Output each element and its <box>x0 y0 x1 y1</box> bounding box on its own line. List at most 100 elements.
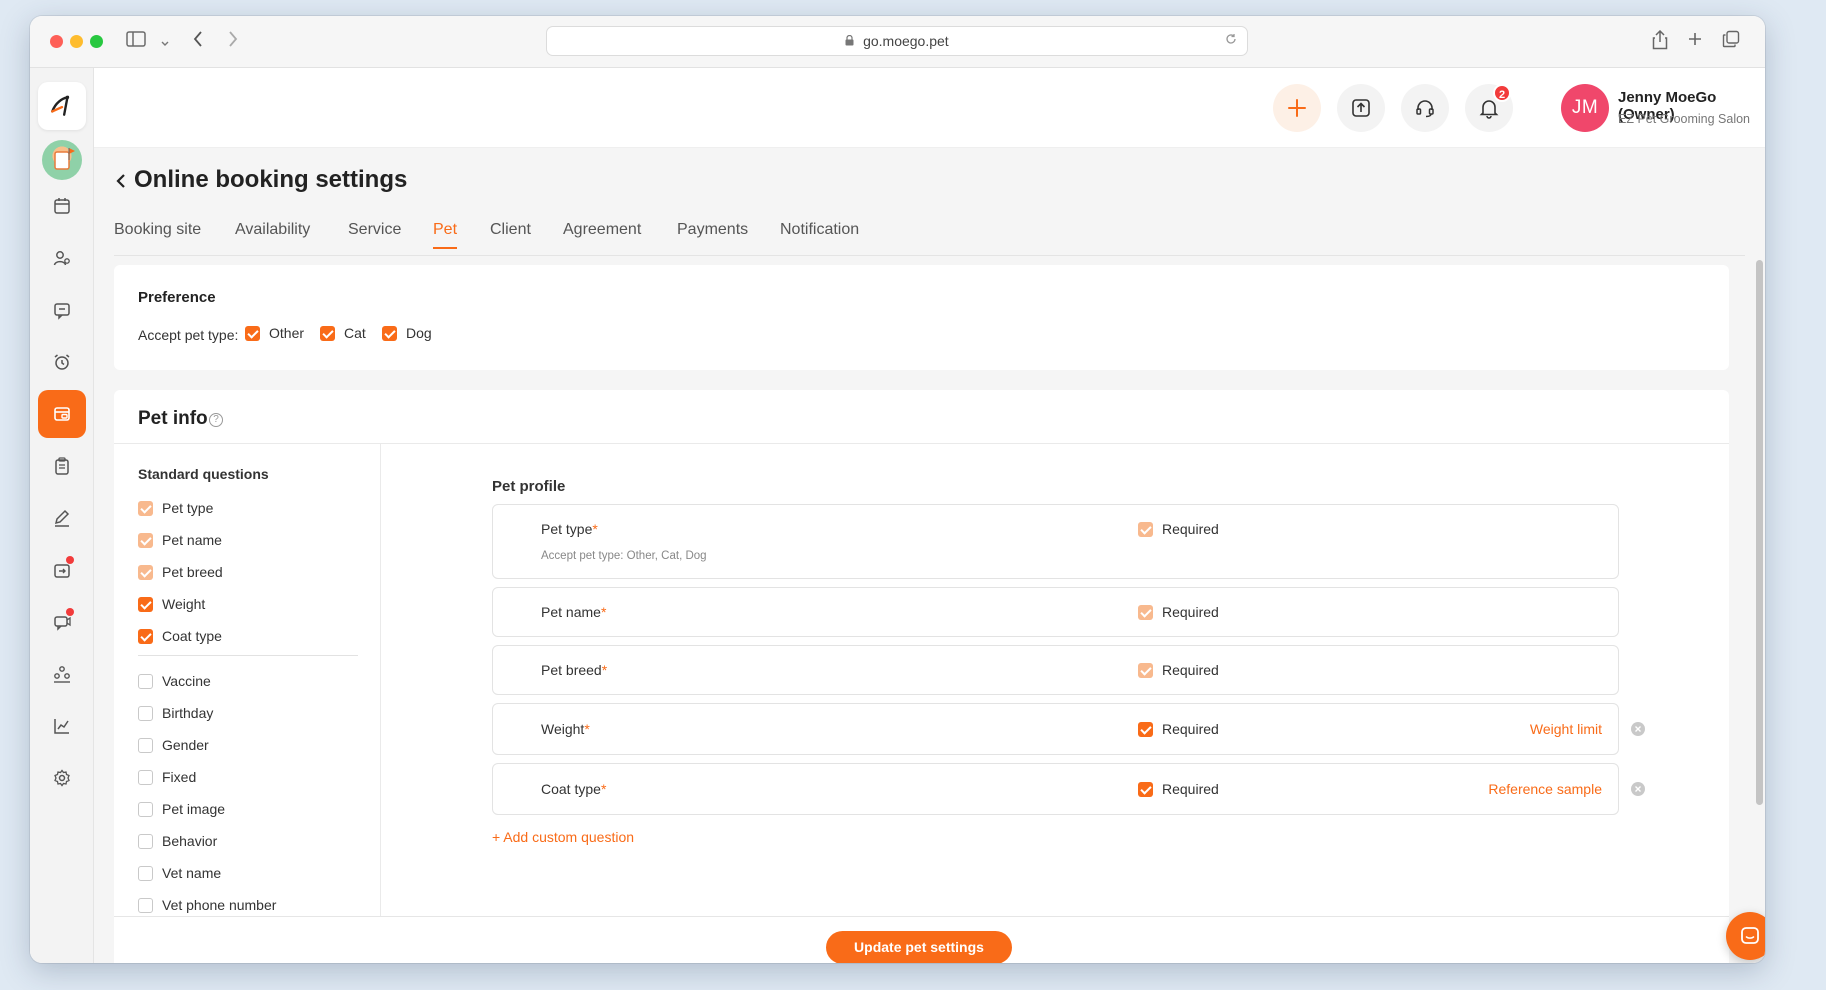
question-vet-name[interactable]: Vet name <box>138 865 221 881</box>
pet-info-card: Pet info ? Standard questions Pet type P… <box>114 390 1729 963</box>
notifications-button[interactable]: 2 <box>1465 84 1513 132</box>
app-sidebar <box>30 68 94 963</box>
tab-availability[interactable]: Availability <box>235 221 310 247</box>
edit-pen-icon[interactable] <box>38 494 86 542</box>
sidebar-toggle-icon[interactable] <box>126 30 146 53</box>
checkbox-checked-icon <box>1138 781 1153 797</box>
tab-service[interactable]: Service <box>348 221 401 247</box>
upload-button[interactable] <box>1337 84 1385 132</box>
required-checkbox[interactable]: Required <box>1138 604 1219 620</box>
preference-card: Preference Accept pet type: Other Cat Do… <box>114 265 1729 370</box>
user-avatar[interactable]: JM <box>1561 84 1609 132</box>
checkbox-unchecked-icon <box>138 769 153 785</box>
required-checkbox[interactable]: Required <box>1138 721 1219 737</box>
clipboard-icon[interactable] <box>38 442 86 490</box>
tab-agreement[interactable]: Agreement <box>563 221 641 247</box>
new-tab-icon[interactable] <box>1687 30 1703 52</box>
minimize-window-button[interactable] <box>70 35 83 48</box>
question-birthday[interactable]: Birthday <box>138 705 213 721</box>
notification-dot <box>66 556 74 564</box>
settings-gear-icon[interactable] <box>38 754 86 802</box>
checkbox-unchecked-icon <box>138 673 153 689</box>
back-arrow-icon[interactable] <box>114 173 128 189</box>
share-icon[interactable] <box>1652 29 1668 55</box>
notification-count-badge: 2 <box>1493 84 1511 102</box>
close-window-button[interactable] <box>50 35 63 48</box>
question-fixed[interactable]: Fixed <box>138 769 196 785</box>
clients-icon[interactable] <box>38 234 86 282</box>
question-vet-phone-number[interactable]: Vet phone number <box>138 897 276 913</box>
recurring-icon[interactable] <box>38 546 86 594</box>
checkbox-checked-icon <box>1138 721 1153 737</box>
pet-type-dog-checkbox[interactable]: Dog <box>382 325 432 341</box>
required-checkbox[interactable]: Required <box>1138 781 1219 797</box>
alarm-clock-icon[interactable] <box>38 338 86 386</box>
standard-questions-panel: Standard questions Pet type Pet name Pet… <box>114 444 381 963</box>
browser-window: go.moego.pet 2 JM Jenny MoeGo (Owner) EZ… <box>30 16 1765 963</box>
update-pet-settings-button[interactable]: Update pet settings <box>826 931 1012 963</box>
add-custom-question-link[interactable]: + Add custom question <box>492 829 634 845</box>
remove-weight-icon[interactable] <box>1631 722 1645 736</box>
scrollbar-thumb[interactable] <box>1756 260 1763 805</box>
address-bar[interactable]: go.moego.pet <box>546 26 1248 56</box>
notification-dot <box>66 608 74 616</box>
question-gender[interactable]: Gender <box>138 737 209 753</box>
online-booking-icon[interactable] <box>38 390 86 438</box>
pet-info-title: Pet info <box>138 408 208 429</box>
messages-icon[interactable] <box>38 286 86 334</box>
tab-booking-site[interactable]: Booking site <box>114 221 201 247</box>
checkbox-checked-icon <box>138 596 153 612</box>
question-pet-image[interactable]: Pet image <box>138 801 225 817</box>
checkbox-checked-icon <box>320 325 335 341</box>
profile-row-coat-type: Coat type* Required Reference sample <box>492 763 1619 815</box>
checkbox-disabled-checked-icon <box>138 532 153 548</box>
marketing-megaphone-icon[interactable] <box>38 598 86 646</box>
tabs-overview-icon[interactable] <box>1722 30 1740 53</box>
question-pet-breed[interactable]: Pet breed <box>138 564 223 580</box>
question-behavior[interactable]: Behavior <box>138 833 217 849</box>
forward-nav-icon[interactable] <box>227 30 239 53</box>
chevron-down-icon[interactable] <box>160 32 170 54</box>
question-pet-name[interactable]: Pet name <box>138 532 222 548</box>
pet-type-cat-checkbox[interactable]: Cat <box>320 325 366 341</box>
footer-bar: Update pet settings <box>114 916 1729 963</box>
back-nav-icon[interactable] <box>192 30 204 53</box>
quick-add-button[interactable] <box>1273 84 1321 132</box>
checkbox-disabled-checked-icon <box>138 500 153 516</box>
standard-questions-title: Standard questions <box>138 466 269 482</box>
plus-icon <box>1288 99 1306 117</box>
zoom-window-button[interactable] <box>90 35 103 48</box>
business-avatar[interactable] <box>42 140 82 180</box>
question-pet-type[interactable]: Pet type <box>138 500 213 516</box>
checkbox-disabled-checked-icon <box>1138 662 1153 678</box>
tab-payments[interactable]: Payments <box>677 221 748 247</box>
tab-client[interactable]: Client <box>490 221 531 247</box>
pet-type-other-checkbox[interactable]: Other <box>245 325 304 341</box>
profile-row-weight: Weight* Required Weight limit <box>492 703 1619 755</box>
profile-row-pet-breed: Pet breed* Required <box>492 645 1619 695</box>
question-vaccine[interactable]: Vaccine <box>138 673 211 689</box>
divider <box>138 655 358 656</box>
weight-limit-link[interactable]: Weight limit <box>1530 721 1602 737</box>
headset-icon <box>1416 100 1434 118</box>
calendar-icon[interactable] <box>38 182 86 230</box>
reports-chart-icon[interactable] <box>38 702 86 750</box>
reference-sample-link[interactable]: Reference sample <box>1488 781 1602 797</box>
required-checkbox[interactable]: Required <box>1138 662 1219 678</box>
required-checkbox[interactable]: Required <box>1138 521 1219 537</box>
reload-icon[interactable] <box>1225 27 1237 55</box>
profile-row-label: Pet breed* <box>541 662 608 678</box>
help-question-icon[interactable]: ? <box>209 413 223 427</box>
profile-row-pet-type: Pet type* Accept pet type: Other, Cat, D… <box>492 504 1619 579</box>
staff-icon[interactable] <box>38 650 86 698</box>
tab-notification[interactable]: Notification <box>780 221 859 247</box>
chat-icon <box>1741 927 1759 944</box>
checkbox-unchecked-icon <box>138 865 153 881</box>
remove-coat-type-icon[interactable] <box>1631 782 1645 796</box>
support-button[interactable] <box>1401 84 1449 132</box>
page-title: Online booking settings <box>134 166 408 193</box>
question-coat-type[interactable]: Coat type <box>138 628 222 644</box>
moego-logo-icon[interactable] <box>38 82 86 130</box>
tab-pet[interactable]: Pet <box>433 221 458 249</box>
question-weight[interactable]: Weight <box>138 596 205 612</box>
